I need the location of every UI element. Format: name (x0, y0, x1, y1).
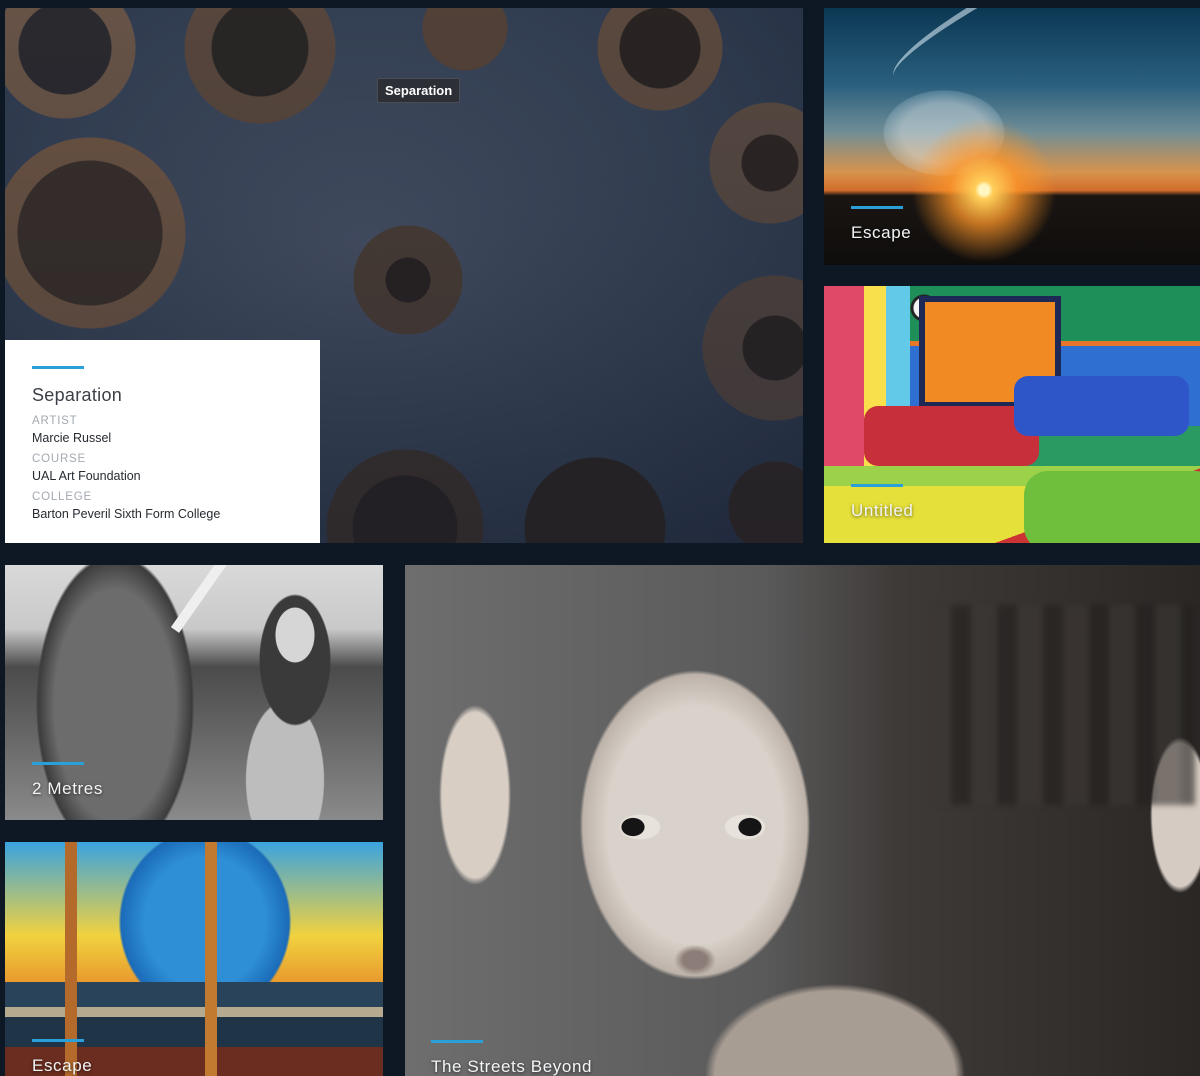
artwork-tile-title: Escape (32, 1056, 93, 1075)
accent-bar (851, 206, 903, 209)
accent-bar (32, 366, 84, 369)
artwork-tile-escape[interactable]: Escape (824, 8, 1200, 265)
college-name: Barton Peveril Sixth Form College (32, 507, 221, 521)
hover-tooltip: Separation (377, 78, 461, 103)
course-name: UAL Art Foundation (32, 469, 141, 483)
artwork-image-child-window (405, 565, 1200, 1076)
college-label: COLLEGE (32, 491, 92, 503)
accent-bar (32, 1039, 84, 1042)
artwork-tile-title: The Streets Beyond (431, 1057, 593, 1076)
accent-bar (431, 1040, 483, 1043)
artwork-tile-escape-painting[interactable]: Escape (5, 842, 383, 1076)
artwork-tile-the-streets-beyond[interactable]: The Streets Beyond (405, 565, 1200, 1076)
accent-bar (32, 762, 84, 765)
artwork-tile-title: Escape (851, 223, 912, 242)
artwork-info-card: Separation ARTIST Marcie Russel COURSE U… (5, 340, 320, 543)
course-label: COURSE (32, 453, 87, 465)
artwork-tile-title: 2 Metres (32, 779, 103, 798)
artwork-tile-title: Untitled (851, 501, 914, 520)
artwork-tile-2-metres[interactable]: 2 Metres (5, 565, 383, 820)
accent-bar (851, 484, 903, 487)
artist-label: ARTIST (32, 415, 78, 427)
artwork-tile-untitled[interactable]: Untitled (824, 286, 1200, 543)
artist-name: Marcie Russel (32, 431, 112, 445)
artwork-title: Separation (32, 385, 123, 405)
